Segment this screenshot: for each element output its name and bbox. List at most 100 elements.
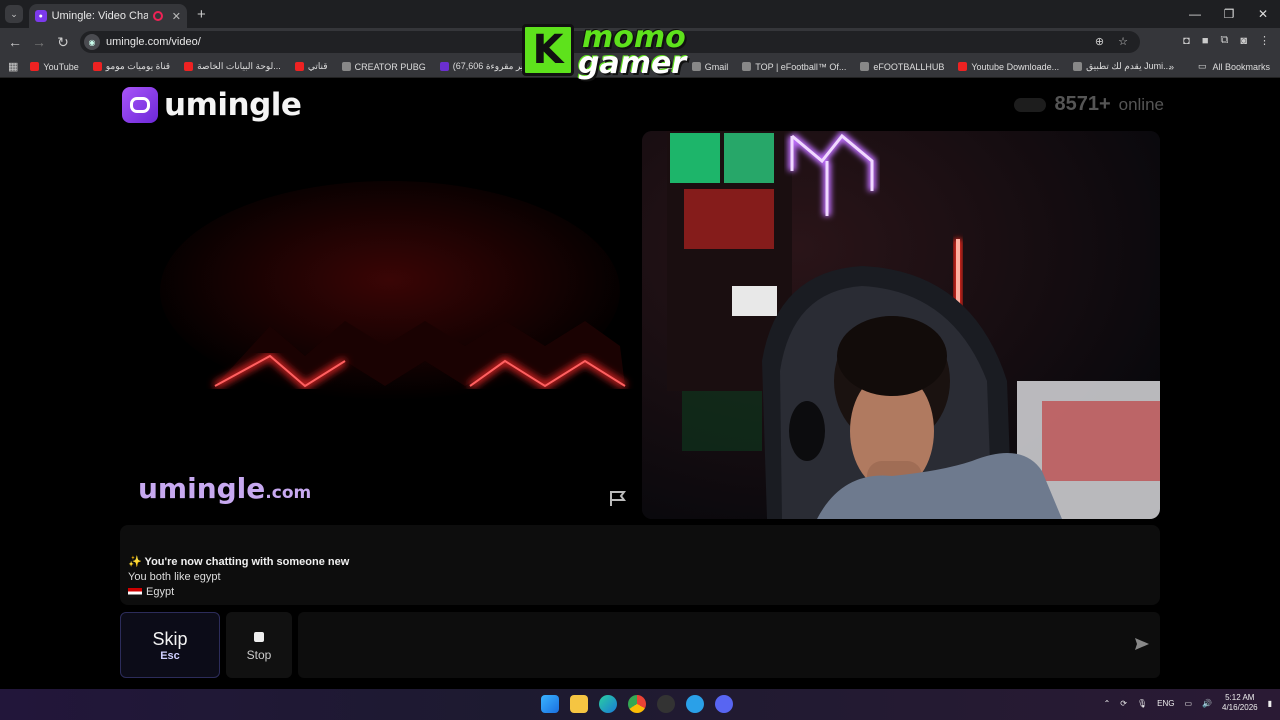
close-tab-icon[interactable]: ✕ — [172, 10, 181, 23]
skip-shortcut: Esc — [160, 650, 180, 662]
site-info-icon[interactable]: ◉ — [84, 34, 100, 50]
momo-gamer-logo: K momo gamer — [520, 20, 696, 81]
extension-color-icon[interactable]: ■ — [1202, 35, 1209, 47]
stranger-video-frame — [120, 131, 638, 519]
chevron-up-icon[interactable]: ⌃ — [1104, 699, 1111, 708]
stop-label: Stop — [246, 648, 272, 662]
skip-button[interactable]: Skip Esc — [120, 612, 220, 678]
microphone-icon[interactable]: 🎙 — [1137, 699, 1147, 708]
minimize-button[interactable]: — — [1178, 0, 1212, 28]
message-input[interactable] — [298, 612, 1160, 678]
obs-icon[interactable] — [657, 695, 675, 713]
egypt-flag-icon — [128, 587, 142, 598]
stop-button[interactable]: Stop — [226, 612, 292, 678]
online-label: online — [1118, 94, 1164, 114]
back-button[interactable]: ← — [3, 34, 27, 50]
bookmark-item[interactable]: قناة يوميات مومو — [92, 61, 171, 72]
windows-start-icon[interactable] — [541, 695, 559, 713]
chevron-double-right-icon[interactable]: » — [1169, 62, 1174, 72]
restore-button[interactable]: ❐ — [1212, 0, 1246, 28]
bookmark-label: Youtube Downloade... — [971, 61, 1060, 72]
brand-name: umingle — [164, 87, 302, 123]
stop-icon — [254, 632, 264, 642]
bookmark-label: CREATOR PUBG — [354, 61, 426, 72]
close-window-button[interactable]: ✕ — [1246, 0, 1280, 28]
bookmark-item[interactable]: Youtube Downloade... — [958, 62, 1059, 72]
online-counter: 8571+ online — [1014, 93, 1164, 116]
bookmark-label: يقدم لك تطبيق Jumi... — [1086, 61, 1171, 71]
umingle-logo[interactable]: umingle — [122, 87, 302, 123]
video-watermark-suffix: .com — [265, 483, 312, 503]
extensions-icon[interactable]: ⧉ — [1220, 34, 1228, 47]
windows-taskbar: ⌃ ⟳ 🎙 ENG ▭ 🔊 5:12 AM 4/16/2026 ▮ — [0, 689, 1280, 720]
menu-kebab-icon[interactable]: ⋮ — [1259, 34, 1270, 47]
language-indicator[interactable]: ENG — [1157, 699, 1174, 708]
all-bookmarks-button[interactable]: » ▭ All Bookmarks — [1169, 61, 1270, 72]
bookmark-item[interactable]: يقدم لك تطبيق Jumi... — [1073, 61, 1171, 72]
discord-icon[interactable] — [715, 695, 733, 713]
bookmark-item[interactable]: Gmail — [691, 61, 729, 72]
camera-icon[interactable]: ◘ — [1183, 35, 1190, 47]
volume-icon[interactable]: 🔊 — [1202, 699, 1212, 708]
self-video-frame — [642, 131, 1160, 519]
reload-button[interactable]: ↻ — [51, 34, 75, 51]
bookmark-label: قناة يوميات مومو — [105, 61, 171, 71]
folder-icon: ▭ — [1197, 61, 1207, 71]
video-watermark-text: umingle — [138, 472, 266, 505]
all-bookmarks-label: All Bookmarks — [1212, 61, 1270, 72]
youtube-icon — [184, 62, 194, 71]
app-icon[interactable] — [686, 695, 704, 713]
bookmark-star-icon[interactable]: ☆ — [1118, 35, 1128, 48]
bookmark-item[interactable]: eFOOTBALLHUB — [860, 62, 944, 72]
forward-button[interactable]: → — [27, 34, 51, 50]
file-explorer-icon[interactable] — [570, 695, 588, 713]
common-interest-message: You both like egypt — [128, 571, 221, 583]
online-count: 8571+ — [1054, 93, 1111, 115]
chat-log: ✨ You're now chatting with someone new Y… — [120, 525, 1160, 605]
browser-tab[interactable]: ● Umingle: Video Chat with S ✕ — [29, 4, 187, 28]
bookmark-item[interactable]: قناتي — [294, 61, 328, 72]
edge-icon[interactable] — [599, 695, 617, 713]
url-text: umingle.com/video/ — [106, 36, 201, 48]
umingle-favicon-icon: ● — [35, 10, 47, 22]
video-watermark: umingle.com — [138, 472, 311, 505]
ch-icon — [341, 62, 351, 71]
sync-icon[interactable]: ⟳ — [1120, 699, 1127, 708]
tab-search-button[interactable]: ⌄ — [5, 5, 23, 23]
logo-line2: gamer — [578, 46, 687, 81]
recording-icon — [153, 11, 163, 21]
hub-icon — [860, 62, 870, 71]
bookmark-label: لوحة البيانات الخاصة... — [197, 61, 281, 71]
chrome-icon[interactable] — [628, 695, 646, 713]
yahoo-icon — [439, 62, 449, 71]
country-name: Egypt — [146, 586, 175, 598]
profile-avatar[interactable]: ◙ — [1240, 35, 1247, 47]
youtube-icon — [30, 62, 40, 71]
apps-grid-icon[interactable]: ▦ — [8, 60, 18, 73]
tab-title: Umingle: Video Chat with S — [51, 10, 148, 22]
jumia-icon — [1073, 62, 1083, 71]
chat-bubble-logo-icon — [122, 87, 158, 123]
clock-date: 4/16/2026 — [1222, 703, 1258, 712]
self-video — [642, 131, 1160, 519]
bookmark-item[interactable]: CREATOR PUBG — [341, 61, 426, 72]
bookmark-item[interactable]: لوحة البيانات الخاصة... — [184, 61, 281, 72]
bookmark-label: YouTube — [43, 61, 79, 72]
notification-icon[interactable]: ▮ — [1268, 699, 1272, 708]
efootball-icon — [742, 62, 752, 71]
youtube-icon — [294, 62, 304, 71]
umingle-page: umingle 8571+ online umingle.com ✨ You'r… — [0, 79, 1280, 689]
new-tab-button[interactable]: + — [197, 6, 206, 23]
youtube-icon — [958, 62, 968, 71]
report-flag-icon[interactable] — [608, 489, 628, 507]
bookmark-label: Gmail — [704, 61, 729, 72]
send-icon[interactable] — [1134, 637, 1150, 651]
clock-time: 5:12 AM — [1225, 693, 1255, 702]
bookmark-item[interactable]: YouTube — [30, 61, 79, 72]
skip-label: Skip — [152, 629, 188, 649]
clock[interactable]: 5:12 AM 4/16/2026 — [1222, 693, 1258, 713]
network-icon[interactable]: ▭ — [1184, 699, 1192, 708]
bookmark-label: قناتي — [307, 61, 328, 71]
bookmark-item[interactable]: TOP | eFootball™ Of... — [742, 62, 846, 72]
zoom-icon[interactable]: ⊕ — [1095, 35, 1104, 48]
